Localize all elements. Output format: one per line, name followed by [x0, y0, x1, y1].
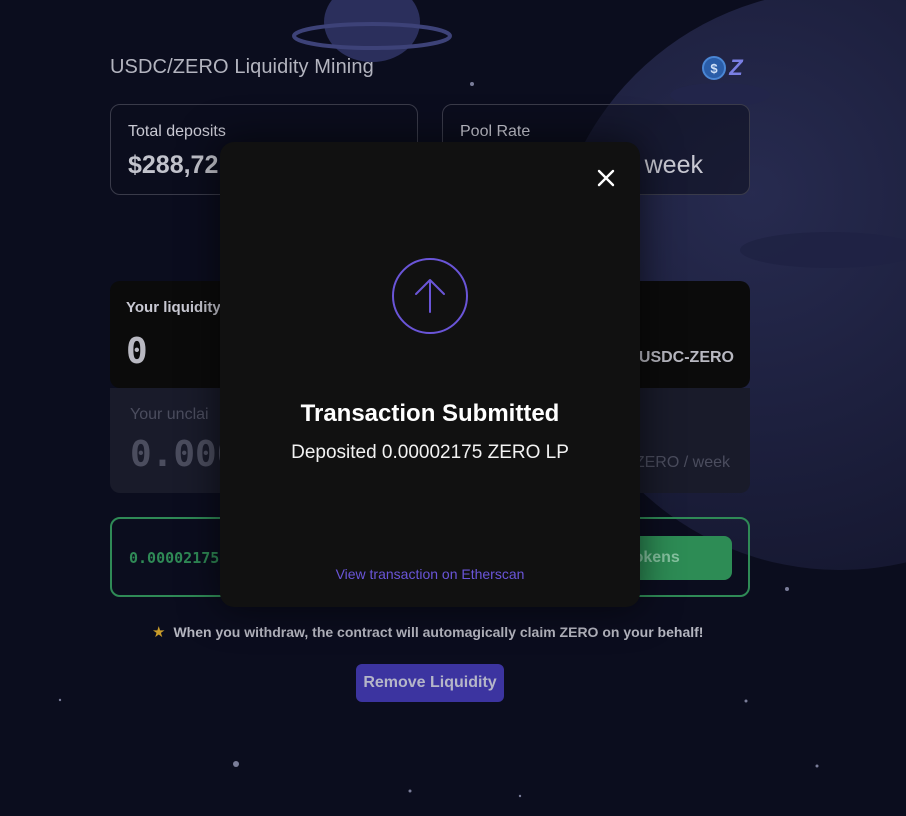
- etherscan-link[interactable]: View transaction on Etherscan: [220, 566, 640, 582]
- arrow-up-icon: [392, 258, 468, 334]
- unclaimed-rewards-label: Your unclai: [130, 406, 209, 423]
- liquidity-unit: USDC-ZERO: [638, 349, 734, 366]
- pool-logos: $ Z: [702, 56, 748, 80]
- usdc-logo: $: [702, 56, 726, 80]
- withdraw-hint-text: When you withdraw, the contract will aut…: [173, 624, 704, 640]
- your-liquidity-value: 0: [126, 331, 148, 372]
- modal-message: Deposited 0.00002175 ZERO LP: [291, 442, 569, 463]
- your-liquidity-label: Your liquidity: [126, 299, 221, 316]
- reward-rate: ZERO / week: [634, 454, 730, 471]
- remove-liquidity-button[interactable]: Remove Liquidity: [356, 664, 504, 702]
- withdraw-hint: ★ When you withdraw, the contract will au…: [152, 623, 752, 641]
- lp-amount: 0.00002175: [129, 549, 220, 567]
- page-title: USDC/ZERO Liquidity Mining: [110, 56, 374, 78]
- pool-rate-label: Pool Rate: [460, 123, 531, 140]
- close-icon[interactable]: [594, 166, 618, 190]
- transaction-submitted-modal: Transaction Submitted Deposited 0.000021…: [220, 142, 640, 607]
- zero-logo: Z: [729, 55, 743, 80]
- pool-rate-value: week: [644, 151, 703, 179]
- star-icon: ★: [152, 624, 166, 641]
- modal-title: Transaction Submitted: [300, 400, 560, 427]
- total-deposits-label: Total deposits: [128, 123, 226, 140]
- total-deposits-value: $288,72: [128, 151, 219, 179]
